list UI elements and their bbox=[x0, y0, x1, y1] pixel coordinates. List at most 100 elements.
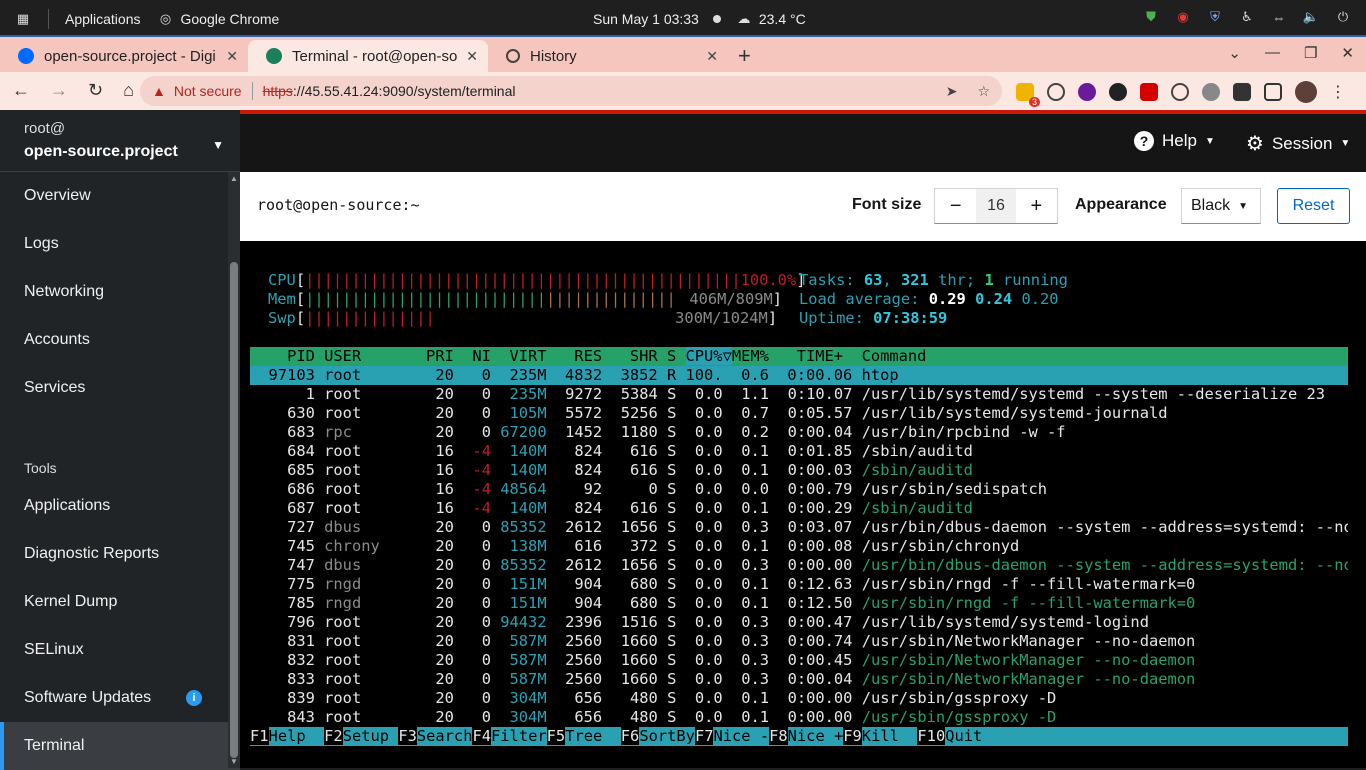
process-row[interactable]: 686 root 16 -4 48564 92 0 S 0.0 0.0 0:00… bbox=[250, 480, 1348, 499]
nav-item-diagnostic-reports[interactable]: Diagnostic Reports bbox=[0, 530, 240, 578]
nav-item-logs[interactable]: Logs bbox=[0, 220, 240, 268]
color-extension-icon[interactable] bbox=[1078, 83, 1096, 101]
gear-extension-icon[interactable] bbox=[1202, 83, 1220, 101]
address-bar[interactable]: ▲ Not secure https ://45.55.41.24:9090/s… bbox=[140, 76, 1002, 106]
home-icon[interactable]: ⌂ bbox=[123, 80, 134, 101]
fkey-f3[interactable]: F3 bbox=[398, 727, 417, 745]
fkey-f6[interactable]: F6 bbox=[620, 727, 640, 745]
fkey-label[interactable]: Filter bbox=[491, 727, 547, 745]
process-row[interactable]: 684 root 16 -4 140M 824 616 S 0.0 0.1 0:… bbox=[250, 442, 1348, 461]
speed-extension-icon[interactable] bbox=[1171, 83, 1189, 101]
process-row[interactable]: 683 rpc 20 0 67200 1452 1180 S 0.0 0.2 0… bbox=[250, 423, 1348, 442]
avatar[interactable] bbox=[1295, 81, 1317, 103]
increase-font-button[interactable]: + bbox=[1016, 189, 1057, 223]
security-label[interactable]: Not secure bbox=[174, 83, 242, 99]
process-row[interactable]: 833 root 20 0 587M 2560 1660 S 0.0 0.3 0… bbox=[250, 670, 1348, 689]
session-menu[interactable]: ⚙ Session ▼ bbox=[1246, 131, 1350, 156]
process-row[interactable]: 685 root 16 -4 140M 824 616 S 0.0 0.1 0:… bbox=[250, 461, 1348, 480]
chrome-tray-icon[interactable]: ◉ bbox=[1174, 8, 1192, 26]
sidebar-scrollbar[interactable]: ▲ ▼ bbox=[228, 172, 240, 768]
close-icon[interactable]: ✕ bbox=[220, 48, 238, 65]
nav-item-kernel-dump[interactable]: Kernel Dump bbox=[0, 578, 240, 626]
warning-icon[interactable]: ▲ bbox=[152, 83, 166, 99]
applications-menu[interactable]: Applications bbox=[65, 11, 141, 27]
window-close-icon[interactable]: ✕ bbox=[1341, 44, 1354, 62]
decrease-font-button[interactable]: − bbox=[935, 189, 976, 223]
process-row[interactable]: 775 rngd 20 0 151M 904 680 S 0.0 0.1 0:1… bbox=[250, 575, 1348, 594]
forward-icon[interactable]: → bbox=[50, 80, 68, 101]
fkey-label[interactable]: Help bbox=[269, 727, 325, 745]
fkey-f7[interactable]: F7 bbox=[694, 727, 714, 745]
tab-history[interactable]: History ✕ bbox=[488, 40, 728, 72]
help-menu[interactable]: ? Help ▼ bbox=[1134, 131, 1215, 151]
weather-widget[interactable]: ☁ 23.4 °C bbox=[735, 10, 805, 28]
fkey-f9[interactable]: F9 bbox=[843, 727, 862, 745]
back-icon[interactable]: ← bbox=[12, 80, 30, 101]
scroll-down-icon[interactable]: ▼ bbox=[230, 757, 238, 766]
tab-terminal[interactable]: Terminal - root@open-sou ✕ bbox=[248, 40, 488, 72]
process-row[interactable]: 747 dbus 20 0 85352 2612 1656 S 0.0 0.3 … bbox=[250, 556, 1348, 575]
shield-extension-icon[interactable] bbox=[1140, 83, 1158, 101]
process-row[interactable]: 630 root 20 0 105M 5572 5256 S 0.0 0.7 0… bbox=[250, 404, 1348, 423]
close-icon[interactable]: ✕ bbox=[460, 48, 478, 65]
host-switcher[interactable]: root@ open-source.project ▼ bbox=[0, 110, 240, 172]
process-row[interactable]: 745 chrony 20 0 138M 616 372 S 0.0 0.1 0… bbox=[250, 537, 1348, 556]
process-row[interactable]: 785 rngd 20 0 151M 904 680 S 0.0 0.1 0:1… bbox=[250, 594, 1348, 613]
nav-item-terminal[interactable]: Terminal bbox=[0, 722, 240, 770]
scroll-up-icon[interactable]: ▲ bbox=[230, 174, 238, 183]
active-app[interactable]: ◎ Google Chrome bbox=[157, 10, 280, 28]
close-icon[interactable]: ✕ bbox=[700, 48, 718, 65]
network-icon[interactable]: ⇔ bbox=[1270, 8, 1288, 26]
nav-item-selinux[interactable]: SELinux bbox=[0, 626, 240, 674]
fkey-f10[interactable]: F10 bbox=[917, 727, 946, 745]
nav-item-accounts[interactable]: Accounts bbox=[0, 316, 240, 364]
new-tab-button[interactable]: + bbox=[738, 43, 751, 69]
font-size-value[interactable]: 16 bbox=[976, 189, 1016, 223]
process-row[interactable]: 727 dbus 20 0 85352 2612 1656 S 0.0 0.3 … bbox=[250, 518, 1348, 537]
fkey-label[interactable]: SortBy bbox=[639, 727, 695, 745]
fkey-f5[interactable]: F5 bbox=[546, 727, 566, 745]
fkey-f2[interactable]: F2 bbox=[324, 727, 343, 745]
extension-icon[interactable]: 3 bbox=[1016, 83, 1040, 107]
selected-process-row[interactable]: 97103 root 20 0 235M 4832 3852 R 100. 0.… bbox=[250, 366, 1348, 385]
reset-button[interactable]: Reset bbox=[1277, 188, 1350, 224]
squirrel-extension-icon[interactable] bbox=[1109, 83, 1127, 101]
nav-item-networking[interactable]: Networking bbox=[0, 268, 240, 316]
accessibility-icon[interactable]: ♿ bbox=[1238, 8, 1256, 26]
fkey-label[interactable]: Kill bbox=[862, 727, 918, 745]
process-row[interactable]: 796 root 20 0 94432 2396 1516 S 0.0 0.3 … bbox=[250, 613, 1348, 632]
fkey-label[interactable]: Quit bbox=[945, 727, 982, 745]
power-icon[interactable]: ⏻ bbox=[1334, 8, 1352, 26]
process-row[interactable]: 832 root 20 0 587M 2560 1660 S 0.0 0.3 0… bbox=[250, 651, 1348, 670]
nav-item-services[interactable]: Services bbox=[0, 364, 240, 412]
shield-icon[interactable]: ⛊ bbox=[1142, 8, 1160, 26]
process-table-header[interactable]: PID USER PRI NI VIRT RES SHR S CPU%▽MEM%… bbox=[250, 347, 1348, 366]
terminal-screen[interactable]: CPU[||||||||||||||||||||||||||||||||||||… bbox=[240, 241, 1366, 768]
scrollbar-thumb[interactable] bbox=[230, 262, 238, 758]
tab-search-icon[interactable]: ⌄ bbox=[1228, 44, 1241, 62]
process-row[interactable]: 839 root 20 0 304M 656 480 S 0.0 0.1 0:0… bbox=[250, 689, 1348, 708]
fkey-f1[interactable]: F1 bbox=[250, 727, 269, 745]
puzzle-icon[interactable] bbox=[1233, 83, 1251, 101]
menu-icon[interactable]: ⋮ bbox=[1330, 82, 1346, 102]
clock[interactable]: Sun May 1 03:33 bbox=[593, 11, 699, 27]
sidepanel-icon[interactable] bbox=[1264, 83, 1282, 101]
nav-item-software-updates[interactable]: Software Updates i bbox=[0, 674, 240, 722]
minimize-icon[interactable]: — bbox=[1265, 44, 1280, 62]
fkey-label[interactable]: Nice + bbox=[788, 727, 844, 745]
process-row[interactable]: 687 root 16 -4 140M 824 616 S 0.0 0.1 0:… bbox=[250, 499, 1348, 518]
eye-extension-icon[interactable] bbox=[1047, 83, 1065, 101]
tab-digitalocean[interactable]: open-source.project - Digi ✕ bbox=[0, 40, 248, 72]
nav-item-applications[interactable]: Applications bbox=[0, 482, 240, 530]
fkey-label[interactable]: Tree bbox=[565, 727, 621, 745]
volume-icon[interactable]: 🔈 bbox=[1302, 8, 1320, 26]
reload-icon[interactable]: ↻ bbox=[88, 80, 103, 101]
appearance-select[interactable]: Black ▼ bbox=[1181, 188, 1261, 224]
process-row[interactable]: 843 root 20 0 304M 656 480 S 0.0 0.1 0:0… bbox=[250, 708, 1348, 727]
send-icon[interactable]: ➤ bbox=[946, 83, 958, 100]
fkey-label[interactable]: Search bbox=[417, 727, 473, 745]
maximize-icon[interactable]: ❐ bbox=[1304, 44, 1317, 62]
fkey-f4[interactable]: F4 bbox=[472, 727, 492, 745]
fkey-label[interactable]: Setup bbox=[343, 727, 399, 745]
process-row[interactable]: 1 root 20 0 235M 9272 5384 S 0.0 1.1 0:1… bbox=[250, 385, 1348, 404]
